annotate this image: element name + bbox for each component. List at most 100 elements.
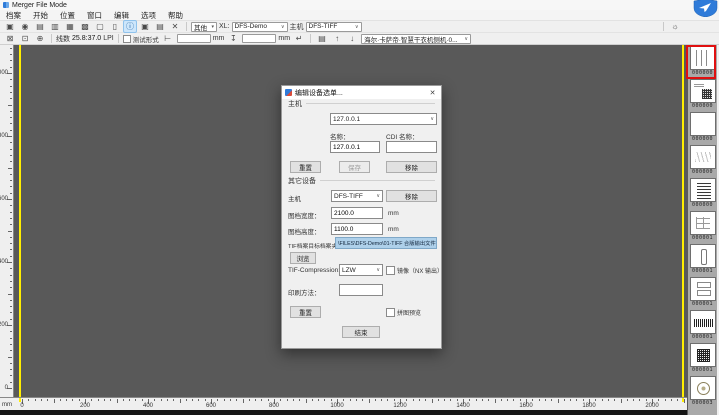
thumbnail-item[interactable]: 000001 <box>689 310 717 342</box>
notification-shield-icon[interactable] <box>692 0 719 17</box>
tif-folder-path-field[interactable]: \FILES\DFS-Demo\01-TIFF 合版输出文件\ <box>335 237 437 249</box>
ruler-tick <box>646 399 647 401</box>
thumbnail-item[interactable]: 000000 <box>689 46 717 78</box>
ruler-tick <box>10 243 12 244</box>
close-icon[interactable]: ✕ <box>427 87 438 98</box>
datamatrix-thumbnail-icon <box>690 79 716 103</box>
reset-device-button[interactable]: 重置 <box>290 306 321 318</box>
ruler-tick <box>576 399 577 401</box>
ruler-tick <box>425 399 426 401</box>
thumbnail-item[interactable]: 000001 <box>689 277 717 309</box>
device-host-select[interactable]: DFS-TIFF ∨ <box>331 190 383 202</box>
ruler-tick <box>54 399 55 403</box>
other-dropdown[interactable]: 其他 ▾ <box>191 22 217 32</box>
ruler-tick <box>236 399 237 401</box>
thumbnail-item[interactable]: 000001 <box>689 343 717 375</box>
thumbnail-item[interactable]: 000003 <box>689 376 717 408</box>
test-form-checkbox[interactable]: 测试形式 <box>123 34 159 44</box>
printer-queue-icon[interactable]: ▤ <box>315 32 329 45</box>
ruler-tick <box>10 287 12 288</box>
ruler-tick <box>432 399 433 403</box>
thumbnail-item[interactable]: 000000 <box>689 79 717 111</box>
print-method-input[interactable] <box>339 284 383 296</box>
save-button[interactable]: 保存 <box>339 161 370 173</box>
ruler-tick <box>387 399 388 401</box>
ruler-tick <box>583 399 584 401</box>
image-width-input[interactable] <box>331 207 383 219</box>
crop-frame-icon[interactable]: ⊠ <box>3 32 17 45</box>
browse-button[interactable]: 浏览 <box>290 252 316 264</box>
info-icon[interactable]: ⓘ <box>123 20 137 33</box>
host-select[interactable]: DFS-TIFF ∨ <box>306 22 362 32</box>
move-down-icon[interactable]: ↓ <box>345 32 359 45</box>
menu-item[interactable]: 编辑 <box>108 10 135 21</box>
center-target-icon[interactable]: ⊕ <box>33 32 47 45</box>
move-up-icon[interactable]: ↑ <box>330 32 344 45</box>
faint-text-thumbnail-icon <box>690 145 716 169</box>
offset-y-input[interactable] <box>242 34 276 43</box>
ruler-tick <box>10 300 12 301</box>
ruler-label: 600 <box>0 196 8 202</box>
dialog-title-bar[interactable]: 编辑设备选单... ✕ <box>282 86 441 99</box>
menu-item[interactable]: 档案 <box>0 10 27 21</box>
ruler-tick <box>564 399 565 401</box>
tif-compression-select[interactable]: LZW ∨ <box>339 264 383 276</box>
ruler-label: 0 <box>20 403 23 409</box>
finish-button[interactable]: 结束 <box>342 326 380 338</box>
xl-select[interactable]: DFS-Demo ∨ <box>232 22 288 32</box>
frame-icon[interactable]: ▢ <box>93 20 107 33</box>
page-icon[interactable]: ▯ <box>108 20 122 33</box>
thumbnail-item[interactable]: 000000 <box>689 145 717 177</box>
mirror-checkbox[interactable]: 镜像（NX 输出） <box>386 266 443 275</box>
settings-icon[interactable]: ☼ <box>668 20 682 33</box>
ruler-tick <box>608 399 609 401</box>
menu-item[interactable]: 开始 <box>27 10 54 21</box>
ruler-tick <box>545 399 546 401</box>
chevron-down-icon: ∨ <box>376 193 380 199</box>
device-host-label: 主机 <box>288 193 301 203</box>
ruler-tick <box>10 67 12 68</box>
ruler-tick <box>10 319 12 320</box>
ruler-tick <box>10 281 12 282</box>
remove-device-button[interactable]: 移除 <box>386 190 437 202</box>
thumbnail-count: 000000 <box>689 136 717 143</box>
ruler-tick <box>539 399 540 401</box>
tile-preview-checkbox[interactable]: 拼图预览 <box>386 308 421 317</box>
panel-icon[interactable]: ▣ <box>138 20 152 33</box>
ruler-tick <box>10 363 12 364</box>
ruler-tick <box>595 399 596 401</box>
menu-item[interactable]: 帮助 <box>162 10 189 21</box>
ruler-tick <box>10 344 12 345</box>
host-ip-select[interactable]: 127.0.0.1 ∨ <box>330 113 437 125</box>
ruler-tick <box>10 60 12 61</box>
menu-item[interactable]: 窗口 <box>81 10 108 21</box>
ruler-tick <box>10 375 12 376</box>
film-strip-3-icon[interactable]: ▦ <box>63 20 77 33</box>
thumbnail-item[interactable]: 000000 <box>689 178 717 210</box>
menu-item[interactable]: 选项 <box>135 10 162 21</box>
mirror-checkbox-label: 镜像（NX 输出） <box>397 266 443 275</box>
thumbnail-count: 000000 <box>689 103 717 110</box>
thumbnail-item[interactable]: 000000 <box>689 112 717 144</box>
name-input[interactable] <box>330 141 380 153</box>
image-height-input[interactable] <box>331 223 383 235</box>
plate-icon[interactable]: ▩ <box>78 20 92 33</box>
apply-return-icon[interactable]: ↵ <box>292 32 306 45</box>
thumbnail-item[interactable]: 000001 <box>689 244 717 276</box>
cdi-name-input[interactable] <box>386 141 437 153</box>
separator <box>310 34 311 43</box>
ruler-tick <box>350 399 351 401</box>
film-strip-2-icon[interactable]: ▥ <box>48 20 62 33</box>
vertical-ruler: 02004006008001000 <box>0 45 14 397</box>
ruler-tick <box>438 399 439 401</box>
app-window: Merger File Mode 档案开始位置窗口编辑选项帮助 ▣◉▤▥▦▩▢▯… <box>0 0 719 415</box>
offset-x-input[interactable] <box>177 34 211 43</box>
remove-button[interactable]: 移除 <box>386 161 437 173</box>
thumbnail-item[interactable]: 000001 <box>689 211 717 243</box>
scale-icon[interactable]: ⊡ <box>18 32 32 45</box>
reset-button[interactable]: 重置 <box>290 161 321 173</box>
tags-thumbnail-icon <box>690 277 716 301</box>
menu-item[interactable]: 位置 <box>54 10 81 21</box>
ruler-tick <box>10 249 12 250</box>
device-select[interactable]: 海尔·卡萨帝·智慧干衣机侧机·0... ∨ <box>361 34 471 44</box>
